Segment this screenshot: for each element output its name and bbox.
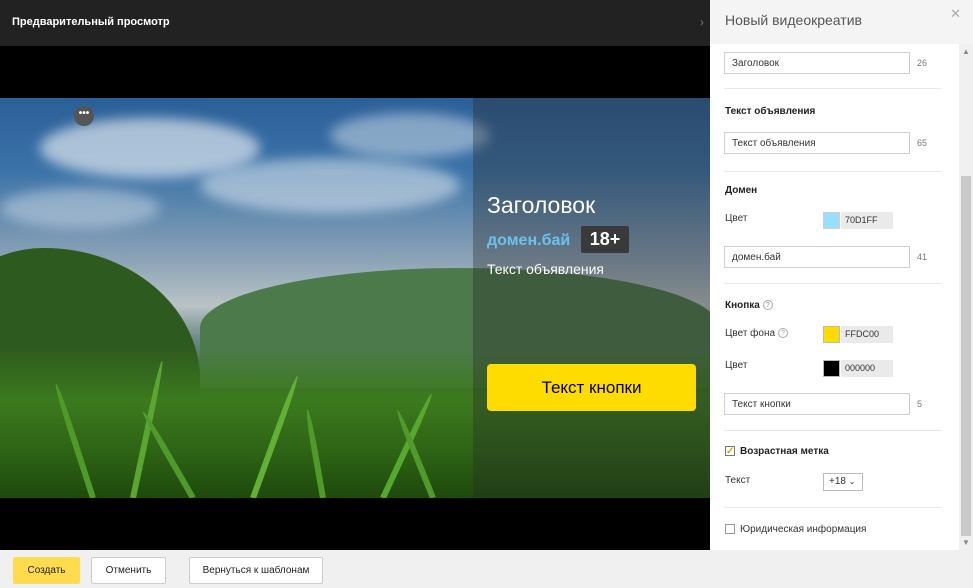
video-frame (0, 98, 710, 498)
button-color-hex[interactable]: 000000 (841, 360, 893, 377)
preview-header: Предварительный просмотр › (0, 0, 710, 46)
domain-color-hex[interactable]: 70D1FF (841, 212, 893, 229)
divider (724, 283, 941, 284)
button-bg-label: Цвет фона? (725, 328, 789, 339)
headline-counter: 26 (917, 58, 928, 68)
panel-title: Новый видеокреатив (725, 12, 862, 28)
checkmark-icon: ✓ (726, 446, 735, 457)
button-bg-swatch[interactable] (823, 326, 840, 343)
age-select[interactable]: +18 ⌄ (823, 473, 863, 491)
back-to-templates-button[interactable]: Вернуться к шаблонам (189, 557, 323, 584)
cloud (200, 158, 460, 213)
cancel-button[interactable]: Отменить (91, 557, 166, 584)
button-section-label: Кнопка (725, 300, 760, 311)
divider (724, 171, 941, 172)
ad-text: Текст объявления (487, 261, 605, 277)
panel-header: Новый видеокреатив ✕ (710, 0, 973, 44)
settings-panel: Новый видеокреатив ✕ Заголовок 26 Текст … (710, 0, 973, 550)
legal-info-checkbox[interactable] (725, 524, 735, 534)
cloud (330, 113, 490, 158)
age-badge: 18+ (581, 226, 629, 253)
age-mark-label: Возрастная метка (740, 446, 829, 457)
chevron-right-icon[interactable]: › (700, 15, 704, 29)
more-options-button[interactable]: ••• (74, 106, 94, 126)
legal-info-label: Юридическая информация (740, 524, 867, 535)
domain-color-swatch[interactable] (823, 212, 840, 229)
domain-color-label: Цвет (725, 213, 748, 224)
scrollbar-thumb[interactable] (961, 176, 971, 536)
panel-scrollbar[interactable]: ▲ ▼ (959, 44, 973, 550)
preview-title: Предварительный просмотр (12, 16, 170, 28)
ad-cta-button[interactable]: Текст кнопки (487, 364, 696, 411)
domain-input[interactable]: домен.бай (724, 246, 910, 268)
headline-input[interactable]: Заголовок (724, 52, 910, 74)
age-mark-checkbox[interactable]: ✓ (725, 446, 735, 457)
ad-overlay (473, 98, 710, 498)
chevron-down-icon: ⌄ (848, 477, 856, 486)
domain-counter: 41 (917, 252, 928, 262)
divider (724, 507, 941, 508)
footer-bar: Создать Отменить Вернуться к шаблонам (0, 550, 973, 588)
button-text-input[interactable]: Текст кнопки (724, 393, 910, 415)
domain-section-title: Домен (725, 185, 758, 196)
help-icon[interactable]: ? (762, 300, 773, 311)
ad-text-input[interactable]: Текст объявления (724, 132, 910, 154)
divider (724, 88, 941, 89)
button-section-title: Кнопка? (725, 300, 773, 311)
ad-text-counter: 65 (917, 138, 928, 148)
age-text-label: Текст (725, 475, 751, 486)
button-bg-label-text: Цвет фона (725, 328, 776, 339)
close-icon[interactable]: ✕ (950, 6, 961, 22)
cloud (0, 188, 160, 228)
ad-domain: домен.бай (487, 232, 571, 249)
button-text-counter: 5 (917, 399, 923, 409)
ad-headline: Заголовок (487, 192, 596, 218)
divider (724, 430, 941, 431)
button-color-label: Цвет (725, 360, 748, 371)
button-bg-hex[interactable]: FFDC00 (841, 326, 893, 343)
scroll-down-icon[interactable]: ▼ (962, 538, 970, 547)
ad-text-section-title: Текст объявления (725, 106, 816, 117)
help-icon[interactable]: ? (778, 328, 789, 339)
scroll-up-icon[interactable]: ▲ (962, 47, 970, 56)
button-color-swatch[interactable] (823, 360, 840, 377)
age-select-value: +18 (829, 476, 846, 487)
create-button[interactable]: Создать (13, 557, 80, 584)
